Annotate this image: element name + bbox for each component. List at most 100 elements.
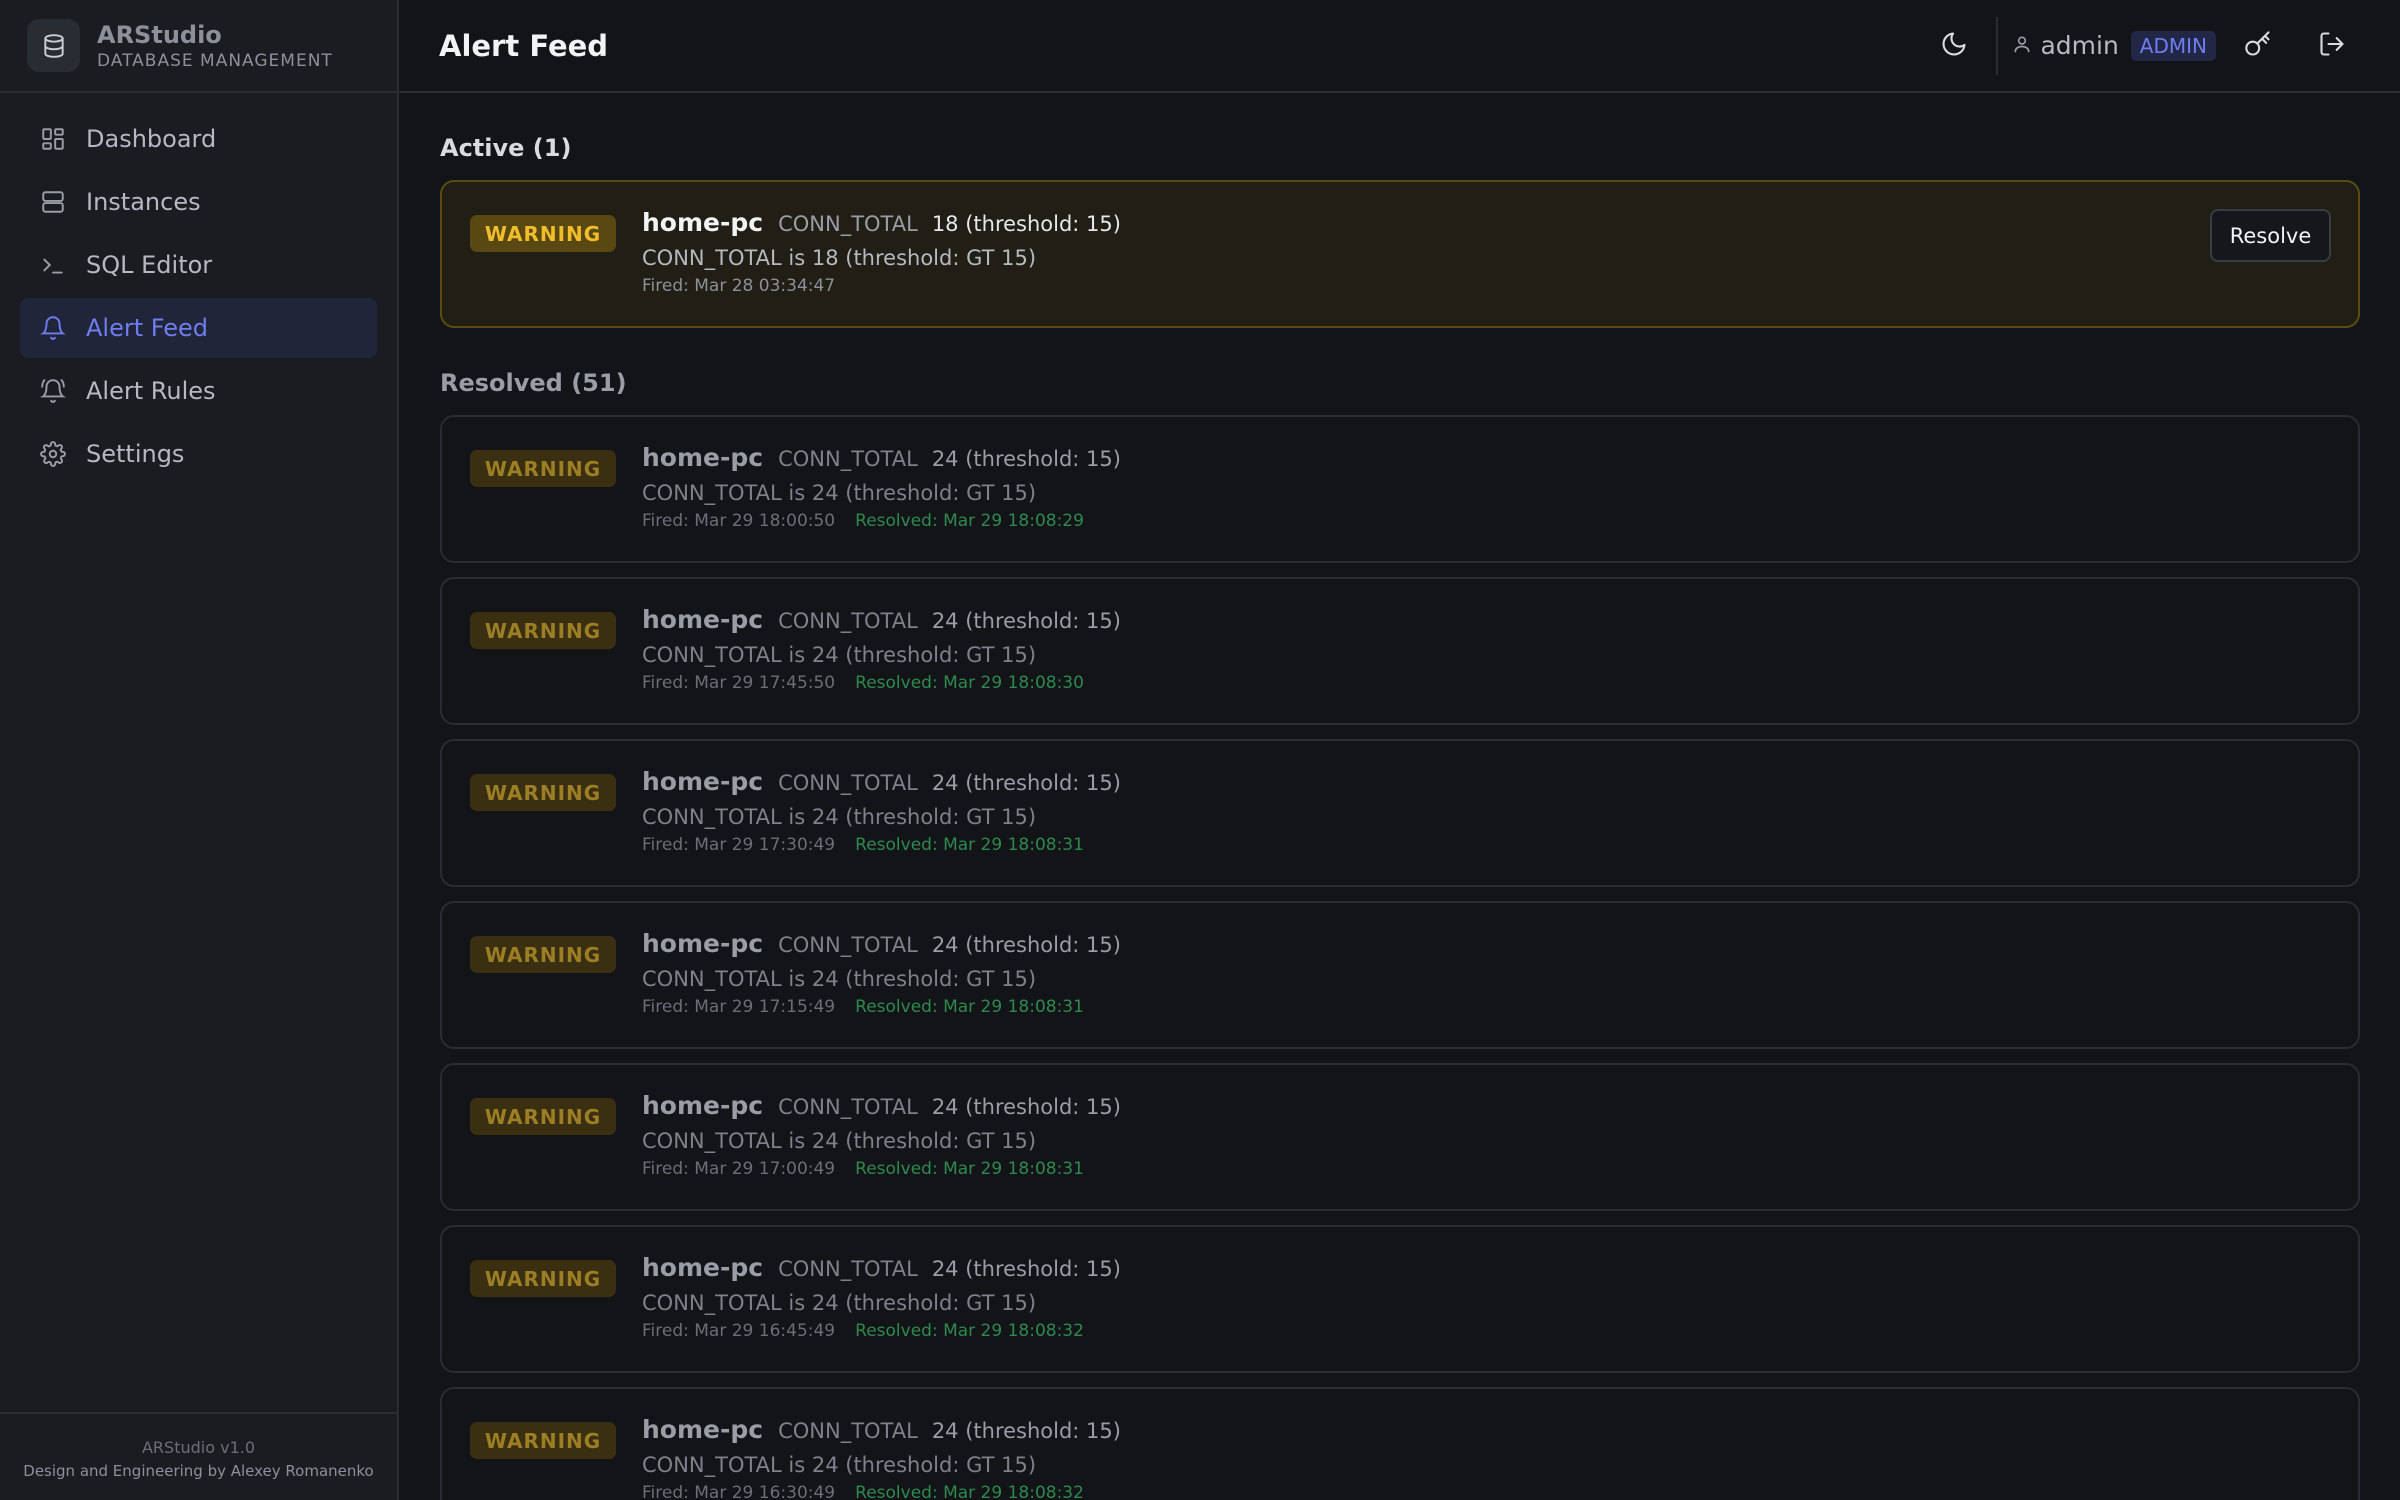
resolved-alert-card: WARNING home-pc CONN_TOTAL 24 (threshold…	[440, 415, 2360, 563]
moon-icon	[1940, 30, 1968, 62]
severity-badge: WARNING	[470, 450, 616, 487]
sidebar-item-label: Alert Feed	[86, 314, 209, 342]
alert-message: CONN_TOTAL is 24 (threshold: GT 15)	[642, 805, 1037, 829]
alert-message: CONN_TOTAL is 24 (threshold: GT 15)	[642, 1129, 1037, 1153]
sidebar-item-label: Settings	[86, 440, 185, 468]
sidebar-item-settings[interactable]: Settings	[20, 424, 377, 484]
resolve-button[interactable]: Resolve	[2210, 209, 2331, 262]
sidebar-item-alert-feed[interactable]: Alert Feed	[20, 298, 377, 358]
alert-value: 24 (threshold: 15)	[931, 933, 1121, 957]
alert-value: 24 (threshold: 15)	[931, 1257, 1121, 1281]
bell-ring-icon	[40, 378, 66, 404]
alert-metric: CONN_TOTAL	[778, 447, 918, 471]
sidebar-item-instances[interactable]: Instances	[20, 172, 377, 232]
alert-resolved-time: Resolved: Mar 29 18:08:29	[855, 511, 1084, 531]
alert-message: CONN_TOTAL is 24 (threshold: GT 15)	[642, 1453, 1037, 1477]
alert-fired-time: Fired: Mar 29 18:00:50	[642, 511, 836, 531]
alert-feed-content: Active (1) WARNING home-pc CONN_TOTAL 18…	[440, 93, 2360, 1500]
alert-metric: CONN_TOTAL	[778, 1419, 918, 1443]
page-title: Alert Feed	[439, 28, 609, 63]
change-password-button[interactable]	[2230, 18, 2286, 74]
alert-value: 24 (threshold: 15)	[931, 1095, 1121, 1119]
sidebar-item-label: SQL Editor	[86, 251, 213, 279]
terminal-icon	[40, 252, 66, 278]
alert-host: home-pc	[642, 929, 764, 958]
active-section-title: Active (1)	[440, 134, 572, 162]
key-icon	[2244, 30, 2272, 62]
dashboard-icon	[40, 126, 66, 152]
top-header: Alert Feed admin ADMIN	[399, 0, 2400, 93]
alert-metric: CONN_TOTAL	[778, 933, 918, 957]
resolved-alert-card: WARNING home-pc CONN_TOTAL 24 (threshold…	[440, 1063, 2360, 1211]
app-name: ARStudio	[97, 20, 222, 49]
sidebar-item-label: Instances	[86, 188, 201, 216]
theme-toggle-button[interactable]	[1926, 18, 1982, 74]
database-icon	[27, 19, 80, 72]
resolved-alert-card: WARNING home-pc CONN_TOTAL 24 (threshold…	[440, 901, 2360, 1049]
alert-metric: CONN_TOTAL	[778, 771, 918, 795]
active-alert-card: WARNING home-pc CONN_TOTAL 18 (threshold…	[440, 180, 2360, 328]
alert-message: CONN_TOTAL is 24 (threshold: GT 15)	[642, 967, 1037, 991]
sidebar-nav: Dashboard Instances SQL Editor Alert Fee…	[0, 93, 397, 503]
severity-badge: WARNING	[470, 774, 616, 811]
alert-fired-time: Fired: Mar 29 17:15:49	[642, 997, 836, 1017]
alert-fired-time: Fired: Mar 28 03:34:47	[642, 276, 836, 296]
alert-message: CONN_TOTAL is 24 (threshold: GT 15)	[642, 643, 1037, 667]
severity-badge: WARNING	[470, 215, 616, 252]
alert-metric: CONN_TOTAL	[778, 1095, 918, 1119]
gear-icon	[40, 441, 66, 467]
brand: ARStudio DATABASE MANAGEMENT	[0, 0, 397, 93]
alert-host: home-pc	[642, 1253, 764, 1282]
alert-value: 18 (threshold: 15)	[931, 212, 1121, 236]
user-info: admin ADMIN	[2012, 30, 2216, 61]
sidebar-item-label: Dashboard	[86, 125, 217, 153]
alert-host: home-pc	[642, 767, 764, 796]
alert-resolved-time: Resolved: Mar 29 18:08:31	[855, 835, 1084, 855]
alert-message: CONN_TOTAL is 24 (threshold: GT 15)	[642, 1291, 1037, 1315]
alert-value: 24 (threshold: 15)	[931, 771, 1121, 795]
alert-value: 24 (threshold: 15)	[931, 447, 1121, 471]
sidebar: ARStudio DATABASE MANAGEMENT Dashboard I…	[0, 0, 399, 1500]
alert-metric: CONN_TOTAL	[778, 212, 918, 236]
alert-host: home-pc	[642, 1415, 764, 1444]
severity-badge: WARNING	[470, 612, 616, 649]
resolved-section-title: Resolved (51)	[440, 369, 627, 397]
logout-button[interactable]	[2304, 18, 2360, 74]
sidebar-footer: ARStudio v1.0 Design and Engineering by …	[0, 1412, 397, 1500]
severity-badge: WARNING	[470, 1098, 616, 1135]
alert-host: home-pc	[642, 208, 764, 237]
resolved-alert-card: WARNING home-pc CONN_TOTAL 24 (threshold…	[440, 739, 2360, 887]
resolved-alert-card: WARNING home-pc CONN_TOTAL 24 (threshold…	[440, 1225, 2360, 1373]
app-credit: Design and Engineering by Alexey Romanen…	[23, 1462, 374, 1480]
alert-fired-time: Fired: Mar 29 17:45:50	[642, 673, 836, 693]
alert-metric: CONN_TOTAL	[778, 1257, 918, 1281]
sidebar-item-dashboard[interactable]: Dashboard	[20, 109, 377, 169]
alert-metric: CONN_TOTAL	[778, 609, 918, 633]
app-subtitle: DATABASE MANAGEMENT	[97, 50, 333, 71]
role-badge: ADMIN	[2130, 30, 2216, 61]
alert-message: CONN_TOTAL is 24 (threshold: GT 15)	[642, 481, 1037, 505]
alert-fired-time: Fired: Mar 29 16:45:49	[642, 1321, 836, 1341]
alert-fired-time: Fired: Mar 29 17:00:49	[642, 1159, 836, 1179]
user-icon	[2012, 34, 2032, 58]
severity-badge: WARNING	[470, 936, 616, 973]
alert-value: 24 (threshold: 15)	[931, 1419, 1121, 1443]
alert-resolved-time: Resolved: Mar 29 18:08:32	[855, 1483, 1084, 1500]
severity-badge: WARNING	[470, 1422, 616, 1459]
user-name: admin	[2040, 31, 2119, 60]
alert-resolved-time: Resolved: Mar 29 18:08:31	[855, 1159, 1084, 1179]
resolved-alert-list: WARNING home-pc CONN_TOTAL 24 (threshold…	[440, 415, 2360, 1500]
alert-resolved-time: Resolved: Mar 29 18:08:31	[855, 997, 1084, 1017]
header-divider	[1996, 16, 1999, 75]
sidebar-item-label: Alert Rules	[86, 377, 216, 405]
sidebar-item-sql-editor[interactable]: SQL Editor	[20, 235, 377, 295]
resolved-alert-card: WARNING home-pc CONN_TOTAL 24 (threshold…	[440, 1387, 2360, 1500]
severity-badge: WARNING	[470, 1260, 616, 1297]
alert-value: 24 (threshold: 15)	[931, 609, 1121, 633]
alert-fired-time: Fired: Mar 29 17:30:49	[642, 835, 836, 855]
alert-host: home-pc	[642, 443, 764, 472]
sidebar-item-alert-rules[interactable]: Alert Rules	[20, 361, 377, 421]
alert-fired-time: Fired: Mar 29 16:30:49	[642, 1483, 836, 1500]
bell-icon	[40, 315, 66, 341]
resolved-alert-card: WARNING home-pc CONN_TOTAL 24 (threshold…	[440, 577, 2360, 725]
